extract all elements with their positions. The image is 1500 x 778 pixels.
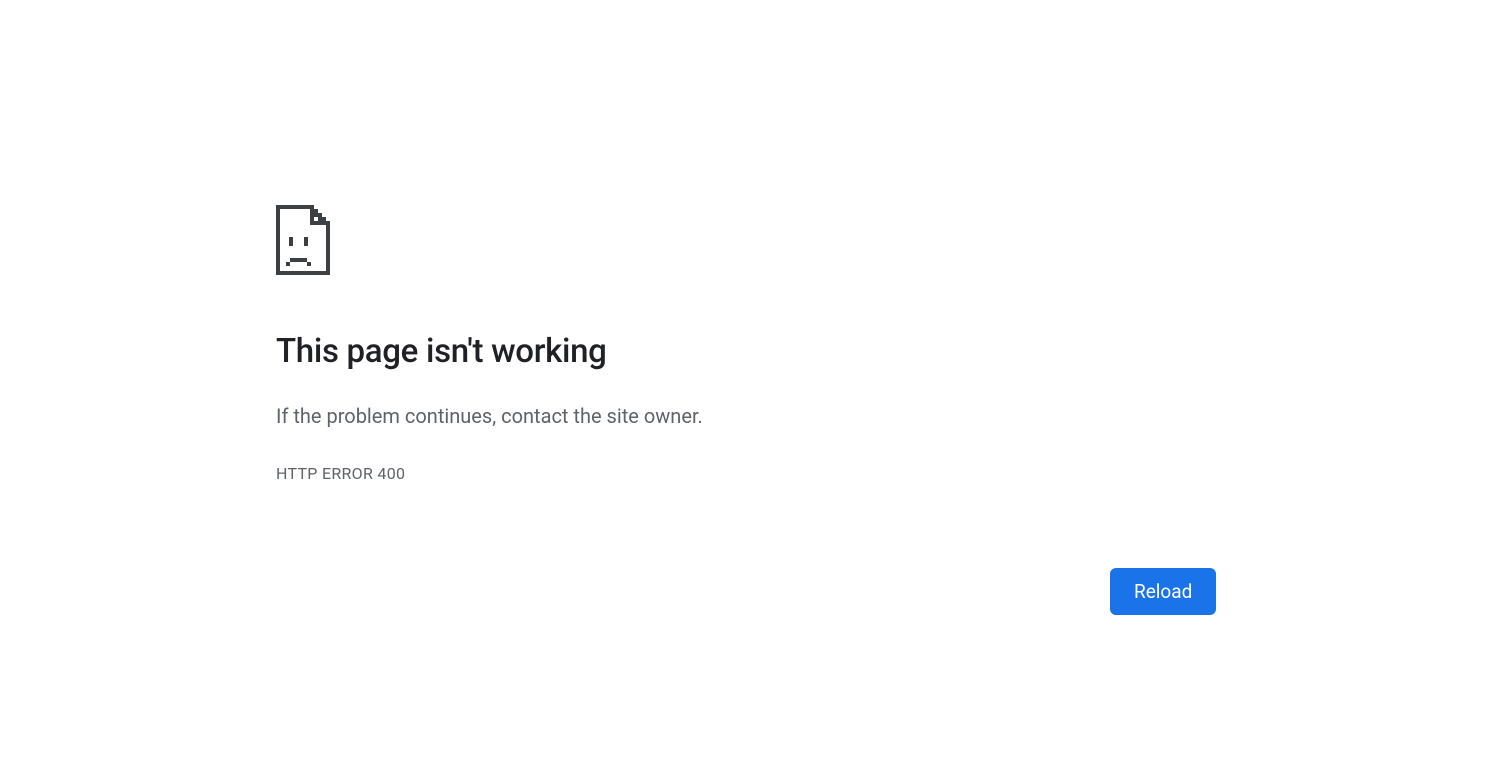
- error-code: HTTP ERROR 400: [276, 464, 1216, 483]
- error-container: This page isn't working If the problem c…: [276, 205, 1216, 483]
- reload-button[interactable]: Reload: [1110, 568, 1216, 615]
- error-heading: This page isn't working: [276, 331, 1216, 374]
- error-message: If the problem continues, contact the si…: [276, 402, 1216, 430]
- sad-page-icon: [276, 205, 1216, 279]
